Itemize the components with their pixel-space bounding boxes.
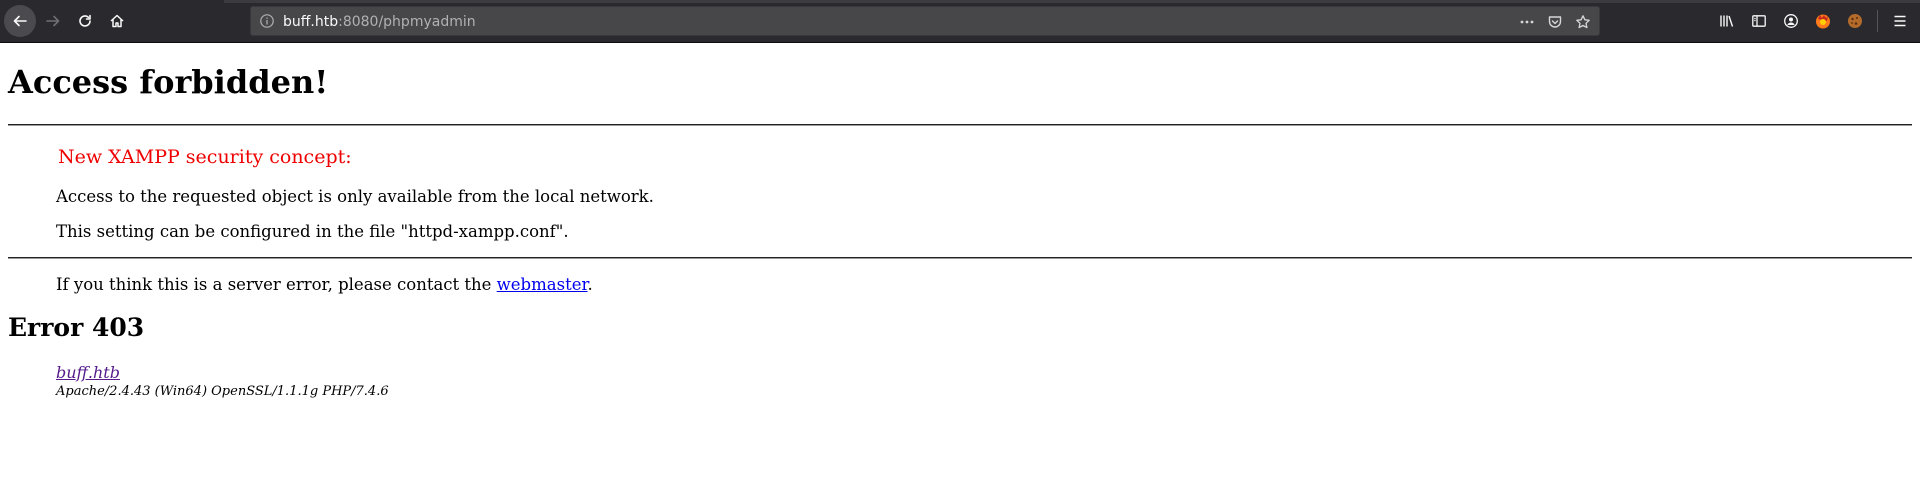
site-info-button[interactable] — [259, 13, 275, 33]
server-signature: Apache/2.4.43 (Win64) OpenSSL/1.1.1g PHP… — [56, 384, 389, 399]
url-bar[interactable]: buff.htb:8080/phpmyadmin — [250, 6, 1600, 36]
firefox-addon-button[interactable] — [1813, 11, 1833, 31]
account-button[interactable] — [1781, 11, 1801, 31]
config-message: This setting can be configured in the fi… — [56, 222, 569, 241]
pocket-icon — [1548, 16, 1562, 28]
more-icon — [1520, 20, 1534, 24]
firefox-addon-icon — [1816, 14, 1830, 29]
star-icon — [1576, 15, 1590, 29]
tab-strip — [224, 0, 1920, 3]
toolbar-right-icons — [1717, 10, 1910, 32]
cookie-addon-button[interactable] — [1845, 11, 1865, 31]
contact-message: If you think this is a server error, ple… — [56, 275, 593, 294]
webmaster-link[interactable]: webmaster — [497, 275, 588, 294]
divider-top — [8, 124, 1912, 126]
url-host: buff.htb — [283, 14, 339, 30]
reload-button[interactable] — [69, 5, 101, 37]
url-text[interactable]: buff.htb:8080/phpmyadmin — [283, 7, 476, 37]
error-heading: Error 403 — [8, 313, 145, 342]
pocket-button[interactable] — [1545, 12, 1565, 32]
toolbar-separator — [1877, 10, 1878, 32]
sidebar-icon — [1752, 15, 1766, 27]
account-icon — [1784, 14, 1798, 28]
bookmark-star-button[interactable] — [1573, 12, 1593, 32]
server-link[interactable]: buff.htb — [56, 363, 120, 382]
reload-icon — [79, 14, 91, 27]
contact-suffix: . — [587, 275, 593, 294]
forward-arrow-icon — [46, 15, 60, 27]
access-message: Access to the requested object is only a… — [56, 187, 654, 206]
home-button[interactable] — [101, 5, 133, 37]
page-content: Access forbidden! New XAMPP security con… — [0, 43, 1920, 501]
url-actions — [1517, 12, 1593, 32]
page-title: Access forbidden! — [8, 63, 329, 101]
library-button[interactable] — [1717, 11, 1737, 31]
contact-prefix: If you think this is a server error, ple… — [56, 275, 497, 294]
home-icon — [110, 14, 124, 28]
browser-toolbar: buff.htb:8080/phpmyadmin — [0, 0, 1920, 43]
menu-icon — [1894, 15, 1906, 27]
info-icon — [260, 14, 274, 28]
library-icon — [1720, 15, 1734, 27]
back-button[interactable] — [4, 5, 36, 37]
divider-bottom — [8, 257, 1912, 259]
page-actions-button[interactable] — [1517, 12, 1537, 32]
forward-button[interactable] — [37, 5, 69, 37]
sidebar-button[interactable] — [1749, 11, 1769, 31]
menu-button[interactable] — [1890, 11, 1910, 31]
url-path: :8080/phpmyadmin — [338, 14, 476, 30]
back-arrow-icon — [13, 15, 27, 27]
security-concept-title: New XAMPP security concept: — [58, 146, 352, 168]
cookie-addon-icon — [1848, 14, 1862, 28]
